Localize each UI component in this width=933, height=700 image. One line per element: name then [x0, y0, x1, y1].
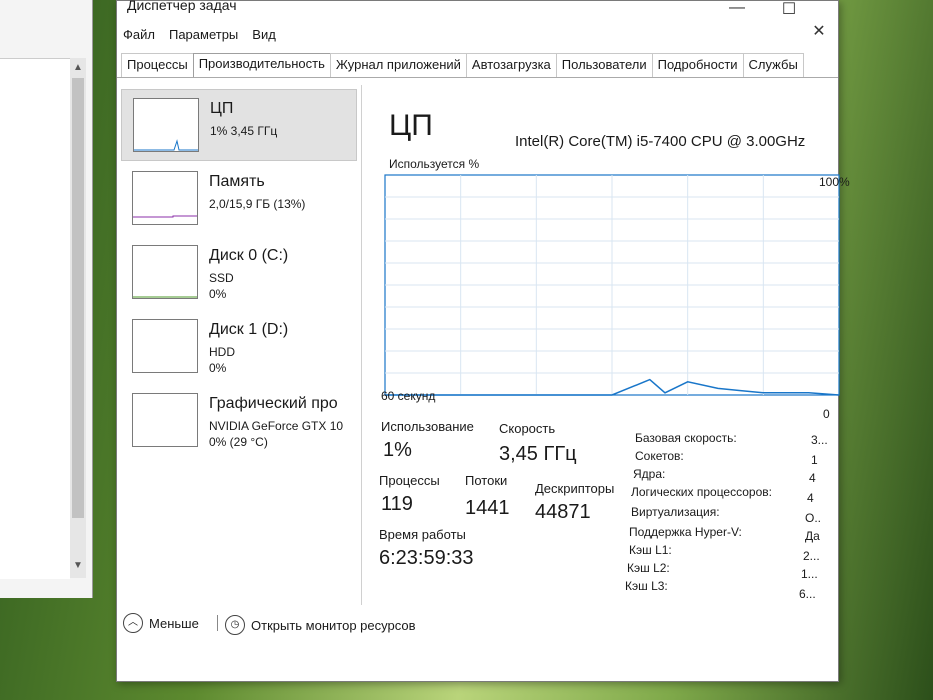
spec-value: Да — [805, 529, 820, 543]
background-scrollbar-thumb[interactable] — [72, 78, 84, 518]
processes-label: Процессы — [379, 473, 440, 488]
resource-detail: 1% 3,45 ГГц — [210, 124, 278, 138]
tab-performance[interactable]: Производительность — [192, 53, 331, 77]
resource-thumbnail-disk0 — [132, 245, 198, 299]
y-axis-max-label: 100% — [819, 175, 850, 189]
background-window-content — [0, 58, 70, 579]
tab-app-history[interactable]: Журнал приложений — [329, 53, 467, 77]
spec-key: Ядра: — [633, 467, 666, 481]
resource-detail: HDD — [209, 345, 235, 359]
resource-thumbnail-cpu — [133, 98, 199, 152]
spec-value: 2... — [803, 549, 820, 563]
chevron-up-icon: ︿ — [123, 613, 143, 633]
spec-value: О.. — [805, 511, 822, 525]
minimize-button[interactable]: — — [717, 0, 757, 21]
resource-monitor-label: Открыть монитор ресурсов — [251, 617, 416, 633]
spec-key: Кэш L3: — [625, 579, 668, 593]
resource-item-gpu[interactable]: Графический про NVIDIA GeForce GTX 10 0%… — [121, 385, 357, 457]
menu-file[interactable]: Файл — [123, 27, 155, 47]
window-title: Диспетчер задач — [127, 0, 237, 13]
resource-name: ЦП — [210, 100, 234, 117]
usage-label: Использование — [381, 419, 474, 434]
title-bar[interactable]: Диспетчер задач — ☐ ✕ — [117, 0, 838, 40]
x-axis-time-label: 60 секунд — [381, 389, 436, 403]
spec-key: Кэш L2: — [627, 561, 670, 575]
menu-options[interactable]: Параметры — [169, 27, 238, 47]
uptime-label: Время работы — [379, 527, 466, 542]
processes-value: 119 — [381, 493, 413, 515]
resource-usage: 0% — [209, 287, 227, 301]
spec-key: Базовая скорость: — [635, 431, 737, 445]
scroll-down-icon[interactable]: ▼ — [73, 560, 83, 571]
tab-processes[interactable]: Процессы — [121, 53, 194, 77]
spec-key: Логических процессоров: — [631, 485, 772, 499]
graph-title: Используется % — [389, 157, 480, 171]
tab-users[interactable]: Пользователи — [555, 53, 653, 77]
background-window: ▲ ▼ — [0, 0, 93, 598]
resource-monitor-icon: ◷ — [225, 615, 245, 635]
footer-separator — [217, 615, 218, 631]
resource-name: Диск 0 (C:) — [209, 247, 289, 264]
tab-divider — [117, 77, 838, 78]
resource-item-disk0[interactable]: Диск 0 (C:) SSD 0% — [121, 237, 357, 309]
spec-value: 4 — [807, 491, 814, 505]
uptime-value: 6:23:59:33 — [379, 547, 474, 569]
resource-thumbnail-disk1 — [132, 319, 198, 373]
cpu-usage-chart — [384, 174, 840, 396]
resource-usage: 0% — [209, 361, 227, 375]
speed-label: Скорость — [499, 421, 556, 436]
spec-key: Сокетов: — [635, 449, 684, 463]
usage-value: 1% — [383, 439, 412, 461]
resource-name: Графический про — [209, 395, 338, 412]
spec-value: 6... — [799, 587, 816, 601]
resource-thumbnail-memory — [132, 171, 198, 225]
pane-splitter[interactable] — [361, 85, 362, 605]
fewer-details-label: Меньше — [149, 615, 199, 631]
cpu-model: Intel(R) Core(TM) i5-7400 CPU @ 3.00GHz — [515, 133, 806, 150]
page-title: ЦП — [389, 109, 433, 142]
spec-key: Поддержка Hyper-V: — [629, 525, 742, 539]
tab-strip: Процессы Производительность Журнал прило… — [121, 53, 804, 77]
resource-usage: 0% (29 °C) — [209, 435, 268, 449]
resource-thumbnail-gpu — [132, 393, 198, 447]
spec-key: Виртуализация: — [631, 505, 720, 519]
speed-value: 3,45 ГГц — [499, 443, 577, 465]
menu-bar: Файл Параметры Вид — [123, 27, 276, 47]
resource-item-cpu[interactable]: ЦП 1% 3,45 ГГц — [121, 89, 357, 161]
handles-label: Дескрипторы — [535, 481, 615, 496]
resource-item-disk1[interactable]: Диск 1 (D:) HDD 0% — [121, 311, 357, 383]
tab-details[interactable]: Подробности — [651, 53, 744, 77]
spec-key: Кэш L1: — [629, 543, 672, 557]
spec-value: 4 — [809, 471, 816, 485]
cpu-detail-panel: ЦП Intel(R) Core(TM) i5-7400 CPU @ 3.00G… — [379, 101, 850, 601]
resource-name: Диск 1 (D:) — [209, 321, 289, 338]
resource-name: Память — [209, 173, 265, 190]
resource-list: ЦП 1% 3,45 ГГц Память 2,0/15,9 ГБ (13%) … — [121, 89, 357, 449]
spec-value: 1 — [811, 453, 818, 467]
open-resource-monitor-link[interactable]: ◷ Открыть монитор ресурсов — [225, 615, 415, 635]
spec-value: 3... — [811, 433, 828, 447]
maximize-button[interactable]: ☐ — [769, 0, 809, 21]
threads-label: Потоки — [465, 473, 508, 488]
tab-services[interactable]: Службы — [742, 53, 804, 77]
fewer-details-button[interactable]: ︿ Меньше — [123, 613, 199, 633]
resource-detail: 2,0/15,9 ГБ (13%) — [209, 197, 306, 211]
y-axis-min-label: 0 — [823, 407, 830, 421]
menu-view[interactable]: Вид — [252, 27, 276, 47]
resource-item-memory[interactable]: Память 2,0/15,9 ГБ (13%) — [121, 163, 357, 235]
tab-startup[interactable]: Автозагрузка — [465, 53, 557, 77]
threads-value: 1441 — [465, 497, 510, 519]
resource-detail: NVIDIA GeForce GTX 10 — [209, 419, 344, 433]
scroll-up-icon[interactable]: ▲ — [73, 62, 83, 73]
handles-value: 44871 — [535, 501, 591, 523]
close-button[interactable]: ✕ — [799, 21, 839, 43]
spec-value: 1... — [801, 567, 818, 581]
task-manager-window: Диспетчер задач — ☐ ✕ Файл Параметры Вид… — [116, 0, 850, 682]
resource-detail: SSD — [209, 271, 234, 285]
